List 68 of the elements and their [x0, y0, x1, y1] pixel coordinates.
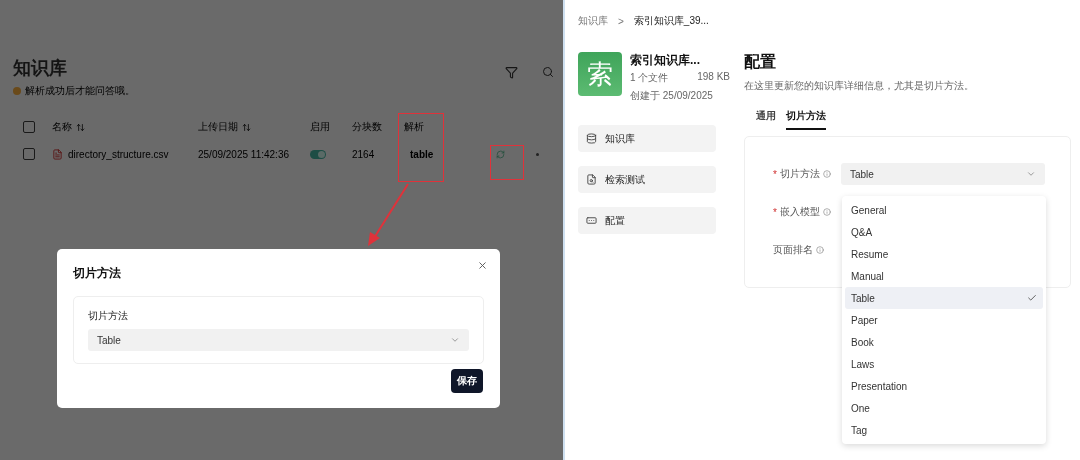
file-name: directory_structure.csv [52, 148, 198, 160]
dialog-title: 切片方法 [73, 265, 122, 282]
sort-icon[interactable] [76, 122, 85, 132]
column-header[interactable]: 名称 [52, 120, 198, 134]
file-icon [52, 148, 63, 160]
column-header[interactable]: 启用 [310, 120, 352, 134]
column-header[interactable]: 上传日期 [198, 120, 310, 134]
column-header[interactable]: 解析 [404, 120, 490, 134]
breadcrumb-link[interactable]: 知识库 [578, 14, 608, 28]
nav-item[interactable]: 检索测试 [578, 166, 716, 193]
field-label: * 嵌入模型 [773, 205, 841, 219]
close-icon[interactable] [477, 260, 488, 271]
dropdown-option[interactable]: One [845, 397, 1043, 419]
created-date: 创建于 25/09/2025 [630, 90, 713, 101]
tab[interactable]: 通用 [756, 109, 776, 130]
dropdown-option[interactable]: Book [845, 331, 1043, 353]
chevron-down-icon [1026, 169, 1036, 179]
file-count: 1 个文件 [630, 71, 669, 85]
field-label: 切片方法 [88, 309, 129, 323]
document-search-icon [586, 174, 597, 185]
enable-switch[interactable] [310, 149, 326, 159]
section-title: 配置 [744, 52, 777, 72]
kb-size: 198 KB [697, 71, 730, 84]
select-field[interactable]: Table [88, 329, 469, 351]
breadcrumb-link[interactable]: 索引知识库_39... [633, 14, 709, 28]
highlight-frame [398, 113, 444, 182]
dropdown-option[interactable]: Laws [845, 353, 1043, 375]
chunk-count: 2164 [352, 148, 376, 160]
select-all-checkbox[interactable] [23, 121, 35, 133]
field-label: 页面排名 [773, 243, 841, 257]
status-icon [13, 87, 21, 95]
page-title: 知识库 [13, 57, 67, 80]
dropdown-option[interactable]: Paper [845, 309, 1043, 331]
check-icon [1027, 293, 1037, 303]
section-description: 在这里更新您的知识库详细信息，尤其是切片方法。 [744, 79, 975, 93]
dropdown-option[interactable]: Tag [845, 419, 1043, 441]
info-icon[interactable] [822, 208, 831, 216]
dropdown-option[interactable]: Q&A [845, 221, 1043, 243]
nav-item[interactable]: 知识库 [578, 125, 716, 152]
field-label: * 切片方法 [773, 167, 841, 181]
highlight-frame [490, 145, 524, 180]
save-button[interactable]: 保存 [451, 369, 483, 393]
chevron-down-icon [450, 335, 460, 345]
upload-date: 25/09/2025 11:42:36 [198, 148, 290, 160]
kb-avatar: 索 [578, 52, 622, 96]
parser-name: table [409, 148, 435, 160]
dropdown-option[interactable]: Presentation [845, 375, 1043, 397]
select-field[interactable]: Table [841, 163, 1045, 185]
tab[interactable]: 切片方法 [786, 109, 826, 130]
dropdown-option[interactable]: Manual [845, 265, 1043, 287]
column-header[interactable]: 分块数 [352, 120, 404, 134]
breadcrumb-separator: > [618, 15, 624, 27]
dropdown-option[interactable]: Table [845, 287, 1043, 309]
panel-icon [586, 215, 597, 226]
filter-icon[interactable] [505, 66, 518, 79]
kb-name: 索引知识库... [630, 52, 701, 69]
row-checkbox[interactable] [23, 148, 35, 160]
info-icon[interactable] [816, 246, 824, 254]
nav-item[interactable]: 配置 [578, 207, 716, 234]
database-icon [586, 133, 597, 144]
info-icon[interactable] [822, 170, 831, 178]
more-icon[interactable] [536, 152, 539, 156]
dropdown-option[interactable]: General [845, 199, 1043, 221]
dropdown-option[interactable]: Resume [845, 243, 1043, 265]
hint-text: 解析成功后才能问答哦。 [25, 84, 135, 98]
refresh-icon[interactable] [496, 149, 505, 159]
sort-icon[interactable] [242, 122, 251, 132]
search-icon[interactable] [542, 66, 554, 78]
